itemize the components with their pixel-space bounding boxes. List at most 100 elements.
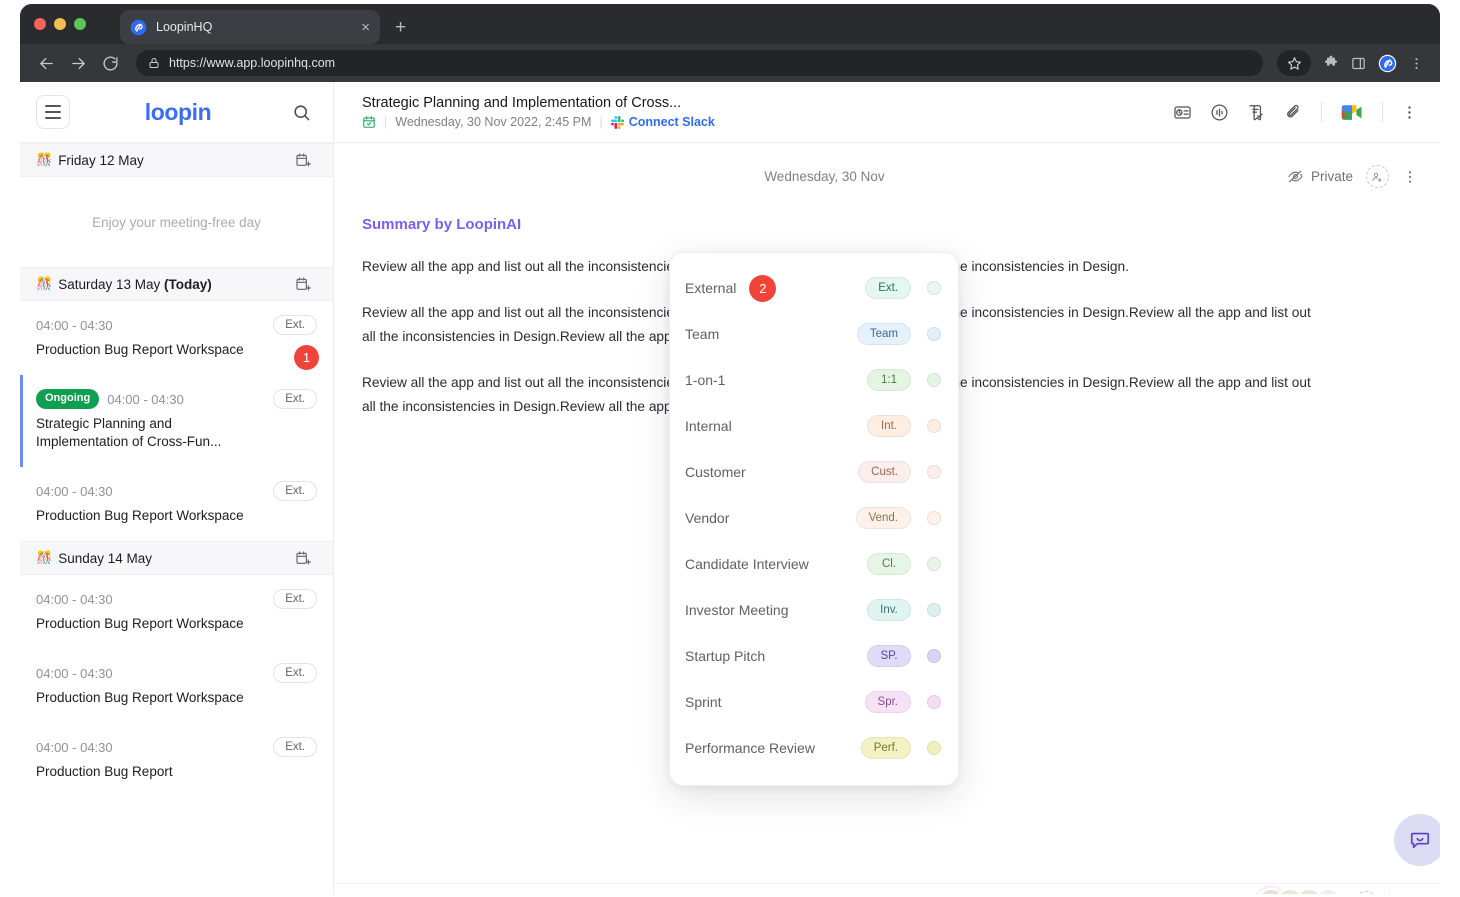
maximize-window-button[interactable] xyxy=(74,18,86,30)
calendar-plus-icon[interactable] xyxy=(295,276,311,292)
minimize-window-button[interactable] xyxy=(54,18,66,30)
event-title: Production Bug Report Workspace xyxy=(36,508,244,523)
loopin-profile-icon[interactable] xyxy=(1378,54,1397,73)
color-swatch[interactable] xyxy=(927,373,941,387)
attachment-clip-icon[interactable] xyxy=(1284,103,1303,122)
dropdown-item-team[interactable]: Team Team xyxy=(670,311,958,357)
address-bar[interactable]: https://www.app.loopinhq.com xyxy=(136,50,1263,76)
connect-slack-button[interactable]: Connect Slack xyxy=(610,115,715,129)
dropdown-item-performance-review[interactable]: Performance Review Perf. xyxy=(670,725,958,771)
dropdown-item-investor-meeting[interactable]: Investor Meeting Inv. xyxy=(670,587,958,633)
list-item[interactable]: 04:00 - 04:30 Ext. Production Bug Report… xyxy=(20,301,333,375)
reload-icon[interactable] xyxy=(96,49,124,77)
calendar-check-icon xyxy=(362,115,376,129)
dropdown-item-badge: Spr. xyxy=(864,691,911,713)
dropdown-item-label: Performance Review xyxy=(685,740,815,756)
brand-logo[interactable]: loopin xyxy=(64,99,292,126)
today-marker: (Today) xyxy=(164,276,212,292)
notes-check-icon[interactable] xyxy=(1247,103,1266,122)
agenda-card-icon[interactable] xyxy=(1173,103,1192,122)
star-icon[interactable] xyxy=(1277,50,1311,76)
audio-wave-icon[interactable] xyxy=(1210,103,1229,122)
divider xyxy=(1389,892,1390,894)
list-item[interactable]: 04:00 - 04:30 Ext. Production Bug Report… xyxy=(20,649,333,723)
back-arrow-icon[interactable] xyxy=(32,49,60,77)
google-meet-icon[interactable] xyxy=(1340,103,1364,122)
avatar-stack[interactable]: ✓ +5 xyxy=(1257,888,1342,894)
slack-icon xyxy=(610,115,624,129)
browser-tab-strip: LoopinHQ × + xyxy=(20,4,1440,44)
privacy-label: Private xyxy=(1310,169,1353,184)
color-swatch[interactable] xyxy=(927,603,941,617)
event-type-tag[interactable]: Ext. xyxy=(273,315,317,335)
event-type-tag[interactable]: Ext. xyxy=(273,481,317,501)
search-icon[interactable] xyxy=(292,103,311,122)
event-type-tag[interactable]: Ext. xyxy=(273,589,317,609)
event-type-tag[interactable]: Ext. xyxy=(273,737,317,757)
window-traffic-lights[interactable] xyxy=(34,18,86,30)
calendar-plus-icon[interactable] xyxy=(295,152,311,168)
color-swatch[interactable] xyxy=(927,649,941,663)
dropdown-item-customer[interactable]: Customer Cust. xyxy=(670,449,958,495)
puzzle-icon[interactable] xyxy=(1323,55,1339,71)
lock-icon xyxy=(148,57,160,69)
dropdown-item-badge: Cust. xyxy=(858,461,911,483)
sidebar-day-header-sunday: 🎊 Sunday 14 May xyxy=(20,541,333,575)
event-type-tag[interactable]: Ext. xyxy=(273,389,317,409)
privacy-toggle[interactable]: Private xyxy=(1287,168,1353,185)
dropdown-item-badge: Team xyxy=(856,323,911,345)
three-dot-menu-icon[interactable] xyxy=(1401,104,1418,121)
note-options-menu[interactable] xyxy=(1402,169,1418,185)
list-item[interactable]: 04:00 - 04:30 Ext. Production Bug Report… xyxy=(20,575,333,649)
dropdown-item-sprint[interactable]: Sprint Spr. xyxy=(670,679,958,725)
close-tab-button[interactable]: × xyxy=(361,20,370,35)
event-time: 04:00 - 04:30 xyxy=(36,317,113,333)
dropdown-item-external[interactable]: External 2 Ext. xyxy=(670,265,958,311)
dropdown-item-badge: Cl. xyxy=(867,553,911,575)
main-panel: Strategic Planning and Implementation of… xyxy=(334,82,1440,894)
list-item[interactable]: Ongoing 04:00 - 04:30 Ext. Strategic Pla… xyxy=(20,375,333,467)
dropdown-item-label: Vendor xyxy=(685,510,730,526)
dropdown-item-internal[interactable]: Internal Int. xyxy=(670,403,958,449)
chat-bubble-icon[interactable] xyxy=(1394,814,1440,866)
browser-tab[interactable]: LoopinHQ × xyxy=(120,10,380,44)
divider: | xyxy=(599,115,603,129)
side-panel-icon[interactable] xyxy=(1351,56,1366,71)
sidebar: loopin 🎊 Friday 12 May Enjoy your meetin… xyxy=(20,82,334,894)
event-notification-badge[interactable]: 1 xyxy=(294,345,319,370)
dropdown-item-candidate-interview[interactable]: Candidate Interview Cl. xyxy=(670,541,958,587)
browser-toolbar: https://www.app.loopinhq.com xyxy=(20,44,1440,82)
dropdown-item-vendor[interactable]: Vendor Vend. xyxy=(670,495,958,541)
color-swatch[interactable] xyxy=(927,419,941,433)
divider xyxy=(1321,102,1322,122)
color-swatch[interactable] xyxy=(927,327,941,341)
list-item[interactable]: 04:00 - 04:30 Ext. Production Bug Report… xyxy=(20,467,333,541)
avatar[interactable] xyxy=(1295,888,1323,894)
sidebar-header: loopin xyxy=(20,82,333,143)
color-swatch[interactable] xyxy=(927,511,941,525)
new-tab-button[interactable]: + xyxy=(395,18,406,37)
meeting-datetime: Wednesday, 30 Nov 2022, 2:45 PM xyxy=(395,115,592,129)
color-swatch[interactable] xyxy=(927,465,941,479)
dropdown-item-1-on-1[interactable]: 1-on-1 1:1 xyxy=(670,357,958,403)
calendar-plus-icon[interactable] xyxy=(295,550,311,566)
ai-summary-heading: Summary by LoopinAI xyxy=(362,216,1412,233)
add-person-icon[interactable] xyxy=(1354,890,1377,894)
dropdown-item-badge: Perf. xyxy=(860,737,911,759)
three-dot-menu-icon[interactable] xyxy=(1409,56,1424,71)
list-item[interactable]: 04:00 - 04:30 Ext. Production Bug Report xyxy=(20,723,333,797)
dropdown-item-badge: Ext. xyxy=(865,277,911,299)
dropdown-item-label: Investor Meeting xyxy=(685,602,789,618)
color-swatch[interactable] xyxy=(927,281,941,295)
close-window-button[interactable] xyxy=(34,18,46,30)
browser-tab-title: LoopinHQ xyxy=(156,20,213,34)
color-swatch[interactable] xyxy=(927,695,941,709)
meeting-type-dropdown[interactable]: External 2 Ext. Team Team 1-on-1 1:1 Int… xyxy=(669,252,959,786)
dropdown-item-startup-pitch[interactable]: Startup Pitch SP. xyxy=(670,633,958,679)
event-type-tag[interactable]: Ext. xyxy=(273,663,317,683)
add-person-icon[interactable] xyxy=(1365,165,1389,188)
color-swatch[interactable] xyxy=(927,741,941,755)
color-swatch[interactable] xyxy=(927,557,941,571)
sidebar-day-list: 🎊 Friday 12 May Enjoy your meeting-free … xyxy=(20,143,333,894)
forward-arrow-icon[interactable] xyxy=(64,49,92,77)
